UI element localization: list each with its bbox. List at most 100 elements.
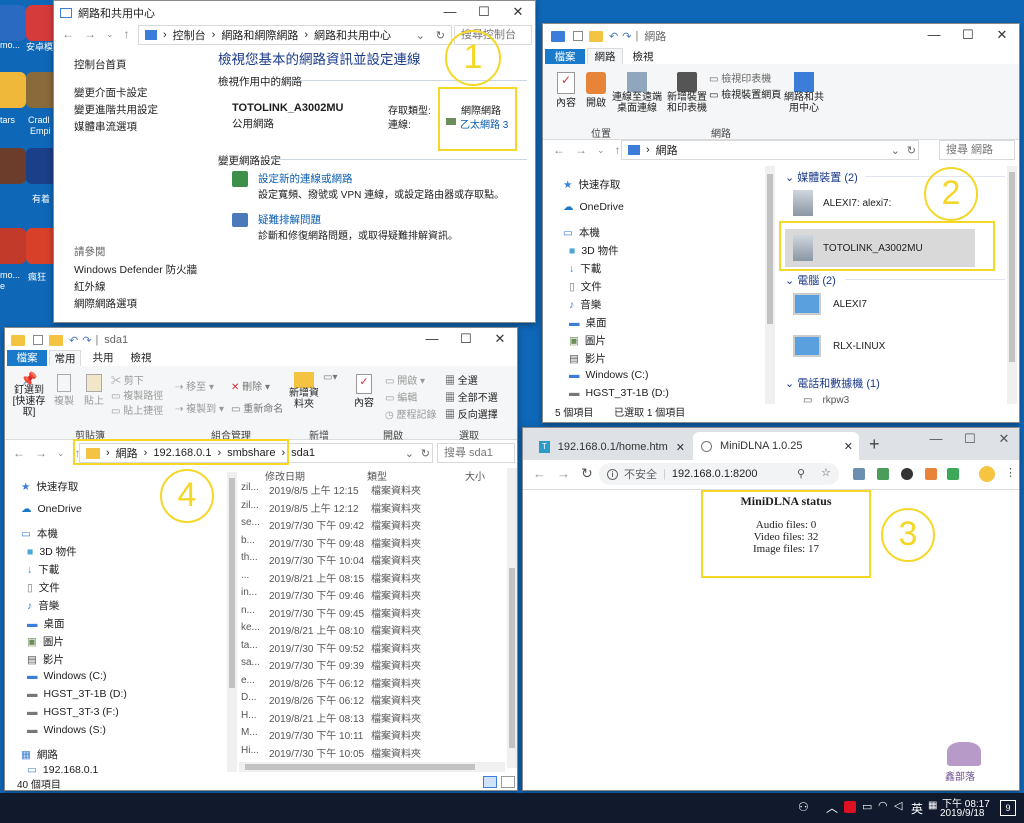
close-tab-icon[interactable]: ✕: [844, 440, 853, 453]
nav-item[interactable]: ↓ 下載: [569, 261, 601, 276]
view-device-webpage-button[interactable]: ▭ 檢視裝置網頁: [709, 86, 789, 101]
tab-view[interactable]: 檢視: [625, 49, 661, 65]
address-bar[interactable]: › 控制台 › 網路和網際網路 › 網路和共用中心 ⌄ ↻: [138, 25, 452, 45]
search-input[interactable]: 搜尋 網路: [939, 140, 1015, 160]
redo-icon[interactable]: ↷: [82, 334, 91, 347]
move-to-button[interactable]: ⇢ 移至 ▾: [175, 378, 214, 393]
refresh-icon[interactable]: ↻: [907, 144, 916, 157]
table-row[interactable]: in... 2019/7/30 下午 09:46 檔案資料夾: [239, 587, 505, 604]
notification-icon[interactable]: 9: [1000, 800, 1016, 816]
nav-item[interactable]: ▯ 文件: [27, 580, 60, 595]
content-scrollbar[interactable]: [507, 468, 517, 768]
nav-item[interactable]: ▤ 影片: [27, 652, 64, 667]
url-text[interactable]: 192.168.0.1:8200: [672, 468, 758, 480]
nav-item[interactable]: ▬ 桌面: [569, 315, 607, 330]
folder-icon[interactable]: [589, 30, 603, 42]
chevron-up-icon[interactable]: ︿: [826, 799, 838, 816]
side-link[interactable]: 變更介面卡設定: [74, 85, 148, 100]
menu-icon[interactable]: ⋮: [1005, 466, 1016, 479]
nav-item[interactable]: ■ 3D 物件: [569, 243, 619, 258]
table-row[interactable]: sa... 2019/7/30 下午 09:39 檔案資料夾: [239, 657, 505, 674]
desktop-icon[interactable]: [0, 5, 26, 41]
back-icon[interactable]: ←: [13, 446, 25, 460]
nav-item[interactable]: ▭ 本機: [563, 225, 600, 240]
extension-icon[interactable]: [853, 468, 865, 480]
close-button[interactable]: ✕: [501, 1, 535, 23]
column-header[interactable]: 修改日期: [265, 468, 305, 483]
content-scrollbar[interactable]: [1007, 166, 1017, 404]
table-row[interactable]: ... 2019/8/21 上午 08:15 檔案資料夾: [239, 570, 505, 587]
extension-icon[interactable]: [947, 468, 959, 480]
setup-connection-link[interactable]: 設定新的連線或網路: [258, 171, 353, 186]
people-icon[interactable]: ⚇: [798, 800, 809, 814]
nav-item[interactable]: ▤ 影片: [569, 351, 606, 366]
nav-item[interactable]: ▭ 192.168.0.1: [27, 765, 98, 775]
nav-item[interactable]: ▣ 圖片: [569, 333, 606, 348]
close-button[interactable]: ✕: [987, 428, 1019, 450]
table-row[interactable]: Hi... 2019/7/30 下午 10:05 檔案資料夾: [239, 745, 505, 762]
bookmark-star-icon[interactable]: ☆: [821, 466, 831, 479]
nav-item[interactable]: ♪ 音樂: [27, 598, 59, 613]
zoom-icon[interactable]: ⚲: [797, 467, 805, 480]
minimize-button[interactable]: —: [919, 428, 953, 450]
side-link[interactable]: 控制台首頁: [74, 57, 127, 72]
new-item-icon[interactable]: ▭▾: [323, 372, 337, 383]
paste-shortcut-button[interactable]: ▭ 貼上捷徑: [111, 402, 163, 417]
table-row[interactable]: n... 2019/7/30 下午 09:45 檔案資料夾: [239, 605, 505, 622]
select-all-button[interactable]: ▦ 全選: [445, 372, 478, 387]
nav-scrollbar[interactable]: [227, 472, 237, 772]
group-header[interactable]: ⌄ 媒體裝置 (2): [785, 169, 858, 185]
see-also-link[interactable]: 紅外線: [74, 279, 106, 294]
properties-button[interactable]: ✓ 內容: [551, 72, 581, 109]
chevron-down-icon[interactable]: ⌄: [891, 144, 900, 157]
folder-icon[interactable]: [49, 334, 63, 346]
column-header[interactable]: 類型: [367, 468, 387, 483]
table-row[interactable]: ke... 2019/8/21 上午 08:10 檔案資料夾: [239, 622, 505, 639]
extension-icon[interactable]: [925, 468, 937, 480]
search-input[interactable]: 搜尋 sda1: [437, 443, 515, 463]
refresh-icon[interactable]: ↻: [436, 29, 445, 42]
nav-item[interactable]: ★ 快速存取: [21, 479, 78, 494]
nav-item[interactable]: ▣ 圖片: [27, 634, 64, 649]
nav-item[interactable]: ♪ 音樂: [569, 297, 601, 312]
tab-share[interactable]: 共用: [85, 350, 121, 366]
tab-network[interactable]: 網路: [587, 48, 623, 64]
new-folder-button[interactable]: 新增資料夾: [287, 372, 321, 410]
nav-item[interactable]: ▬ Windows (S:): [27, 724, 106, 736]
paste-button[interactable]: 貼上: [81, 374, 107, 407]
rename-button[interactable]: ▭ 重新命名: [231, 400, 283, 415]
add-devices-button[interactable]: 新增裝置和印表機: [665, 72, 709, 114]
reload-icon[interactable]: ↻: [581, 465, 593, 482]
chevron-down-icon[interactable]: ⌄: [597, 145, 605, 156]
horizontal-scrollbar[interactable]: [239, 762, 505, 772]
open-button[interactable]: 開啟: [581, 72, 611, 109]
copy-to-button[interactable]: ⇢ 複製到 ▾: [175, 400, 224, 415]
copy-path-button[interactable]: ▭ 複製路徑: [111, 387, 163, 402]
browser-tab-active[interactable]: MiniDLNA 1.0.25 ✕: [693, 432, 859, 460]
invert-selection-button[interactable]: ▦ 反向選擇: [445, 406, 498, 421]
group-header[interactable]: ⌄ 電腦 (2): [785, 272, 836, 288]
desktop-icon[interactable]: [0, 228, 26, 264]
maximize-button[interactable]: ☐: [449, 328, 483, 350]
browser-tab[interactable]: T 192.168.0.1/home.htm ✕: [531, 434, 691, 460]
nav-item[interactable]: ▬ 桌面: [27, 616, 65, 631]
tab-file[interactable]: 檔案: [7, 350, 47, 366]
checkbox-icon[interactable]: [33, 335, 43, 345]
table-row[interactable]: th... 2019/7/30 下午 10:04 檔案資料夾: [239, 552, 505, 569]
tab-file[interactable]: 檔案: [545, 49, 585, 65]
properties-button[interactable]: ✓ 內容: [351, 374, 377, 409]
table-row[interactable]: e... 2019/8/26 下午 06:12 檔案資料夾: [239, 675, 505, 692]
nav-item[interactable]: ▬ HGST_3T-1B (D:): [27, 688, 127, 700]
see-also-link[interactable]: 網際網路選項: [74, 296, 137, 311]
close-button[interactable]: ✕: [483, 328, 517, 350]
desktop-icon[interactable]: [0, 72, 26, 108]
nav-item[interactable]: ↓ 下載: [27, 562, 59, 577]
open-button[interactable]: ▭ 開啟 ▾: [385, 372, 425, 387]
breadcrumb-item[interactable]: 網路和共用中心: [314, 27, 391, 43]
close-button[interactable]: ✕: [985, 24, 1019, 46]
refresh-icon[interactable]: ↻: [421, 447, 430, 460]
nav-scrollbar[interactable]: [765, 166, 775, 404]
keyboard-icon[interactable]: ▦: [928, 800, 937, 811]
desktop-icon[interactable]: [0, 148, 26, 184]
up-icon[interactable]: ↑: [615, 143, 621, 157]
